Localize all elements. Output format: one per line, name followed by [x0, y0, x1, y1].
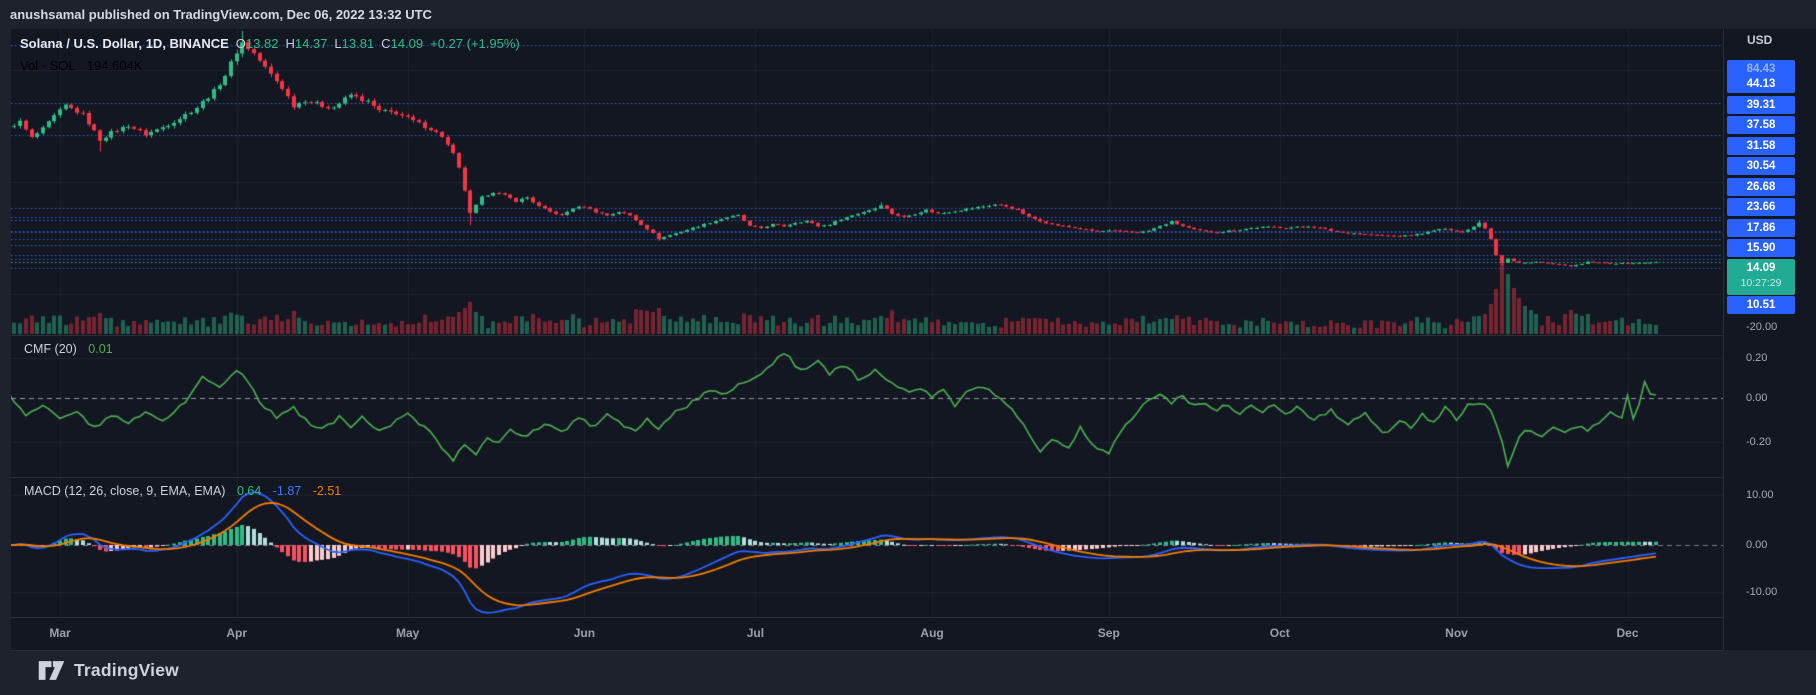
cmf-axis-tick: 0.20	[1746, 352, 1767, 364]
tradingview-logo-icon	[38, 660, 65, 681]
volume-legend[interactable]: Vol · SOL 194.604K	[20, 58, 142, 73]
symbol-title[interactable]: Solana / U.S. Dollar, 1D, BINANCE	[20, 36, 229, 51]
macd-signal-value: -2.51	[313, 484, 342, 498]
macd-legend[interactable]: MACD (12, 26, close, 9, EMA, EMA) 0.64 -…	[24, 484, 341, 498]
price-level-badge[interactable]: 15.90	[1727, 239, 1795, 257]
time-axis-label: Mar	[49, 626, 70, 640]
open-label: O	[236, 36, 246, 51]
high-value: 14.37	[295, 36, 328, 51]
pane-separator[interactable]	[11, 477, 1816, 478]
cmf-value: 0.01	[88, 342, 112, 356]
time-axis-label: Sep	[1098, 626, 1120, 640]
pane-separator[interactable]	[11, 335, 1816, 336]
high-label: H	[285, 36, 294, 51]
price-level-badge[interactable]: 31.58	[1727, 137, 1795, 155]
volume-label: Vol · SOL	[20, 58, 75, 73]
time-axis-label: Jul	[747, 626, 764, 640]
macd-label: MACD (12, 26, close, 9, EMA, EMA)	[24, 484, 225, 498]
cmf-label: CMF (20)	[24, 342, 77, 356]
price-level-badge[interactable]: 23.66	[1727, 198, 1795, 216]
cmf-axis-tick: -0.20	[1746, 436, 1771, 448]
time-axis-label: Oct	[1270, 626, 1290, 640]
tradingview-snapshot: anushsamal published on TradingView.com,…	[0, 0, 1816, 695]
price-axis-bottom-label: -20.00	[1746, 321, 1777, 333]
symbol-legend[interactable]: Solana / U.S. Dollar, 1D, BINANCE O13.82 H…	[20, 36, 520, 51]
time-axis-label: May	[396, 626, 419, 640]
cmf-legend[interactable]: CMF (20) 0.01	[24, 342, 113, 356]
cmf-axis-tick: 0.00	[1746, 392, 1767, 404]
price-level-badge[interactable]: 39.31	[1727, 96, 1795, 114]
macd-axis-tick: 10.00	[1746, 489, 1774, 501]
volume-value: 194.604K	[87, 58, 143, 73]
change-value: +0.27 (+1.95%)	[430, 36, 520, 51]
currency-label: USD	[1747, 33, 1772, 47]
current-price-badge[interactable]: 14.0910:27:29	[1727, 259, 1795, 295]
time-axis-label: Apr	[226, 626, 247, 640]
time-axis[interactable]: Mar Apr May Jun Jul Aug Sep Oct Nov Dec	[11, 617, 1723, 651]
chart-canvas[interactable]	[11, 29, 1723, 617]
close-label: C	[381, 36, 390, 51]
macd-axis-tick: 0.00	[1746, 539, 1767, 551]
low-value: 13.81	[342, 36, 375, 51]
price-axis[interactable]: USD 84.4344.1339.3137.5831.5830.5426.682…	[1723, 29, 1816, 650]
time-axis-label: Aug	[920, 626, 943, 640]
price-level-badge[interactable]: 30.54	[1727, 157, 1795, 175]
time-axis-label: Dec	[1616, 626, 1638, 640]
macd-line-value: -1.87	[273, 484, 302, 498]
macd-hist-value: 0.64	[237, 484, 261, 498]
footer-bar: TradingView	[0, 650, 1816, 695]
price-level-badge[interactable]: 44.13	[1727, 75, 1795, 93]
chart-container: Solana / U.S. Dollar, 1D, BINANCE O13.82 H…	[11, 29, 1816, 650]
publish-header: anushsamal published on TradingView.com,…	[0, 0, 1816, 29]
open-value: 13.82	[246, 36, 279, 51]
time-axis-label: Jun	[574, 626, 595, 640]
tradingview-brand-text: TradingView	[74, 660, 179, 681]
macd-axis-tick: -10.00	[1746, 586, 1777, 598]
price-level-badge[interactable]: 10.51	[1727, 296, 1795, 314]
publish-text: anushsamal published on TradingView.com,…	[10, 7, 432, 22]
price-level-badge[interactable]: 37.58	[1727, 116, 1795, 134]
price-level-badge[interactable]: 17.86	[1727, 219, 1795, 237]
close-value: 14.09	[391, 36, 424, 51]
tradingview-logo[interactable]: TradingView	[38, 660, 179, 681]
time-axis-label: Nov	[1445, 626, 1468, 640]
low-label: L	[334, 36, 341, 51]
price-level-badge[interactable]: 26.68	[1727, 178, 1795, 196]
